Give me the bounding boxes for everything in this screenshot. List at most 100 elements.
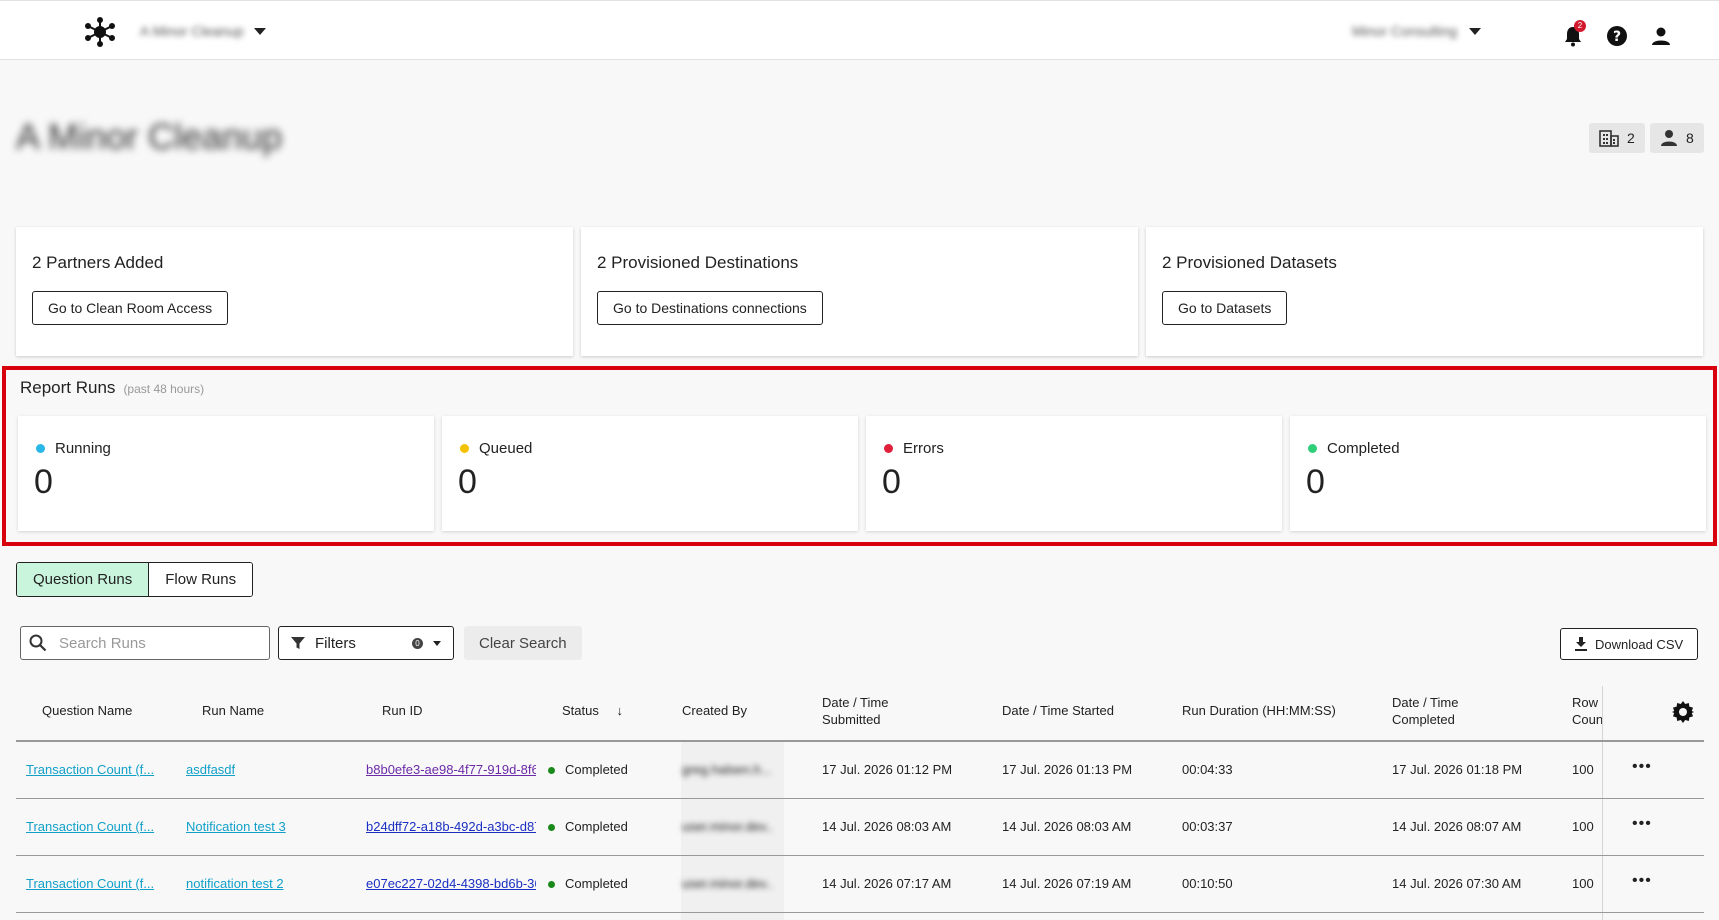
download-csv-button[interactable]: Download CSV — [1560, 628, 1699, 660]
tab-question-runs[interactable]: Question Runs — [17, 563, 150, 596]
question-name-link[interactable]: Transaction Count (f... — [26, 876, 154, 891]
row-menu-icon[interactable]: ••• — [1632, 872, 1652, 890]
status-text: Completed — [565, 819, 628, 834]
top-bar: A Minor Cleanup Minor Consulting 2 ? — [0, 0, 1719, 60]
download-csv-label: Download CSV — [1595, 636, 1684, 652]
notifications-button[interactable]: 2 — [1560, 20, 1586, 49]
header-question-name[interactable]: Question Name — [42, 702, 132, 719]
status-completed-dot-icon — [548, 881, 555, 889]
header-completed-line2: Completed — [1392, 712, 1455, 727]
run-duration: 00:10:50 — [1182, 876, 1233, 891]
stat-value: 0 — [882, 463, 901, 501]
completed-dot-icon — [1308, 444, 1317, 453]
report-runs-section: Report Runs (past 48 hours) Running 0 Que… — [2, 366, 1717, 546]
stat-running[interactable]: Running 0 — [18, 416, 434, 531]
run-name-link[interactable]: Notification test 3 — [186, 819, 286, 834]
clear-search-button[interactable]: Clear Search — [464, 626, 582, 660]
submitted-time: 14 Jul. 2026 08:03 AM — [822, 819, 952, 834]
table-row[interactable]: Transaction Count (f... asdfasdf b8b0efe… — [16, 742, 1704, 799]
stat-value: 0 — [34, 463, 53, 501]
created-by: greg.halsen.h... — [682, 762, 772, 777]
download-icon — [1575, 637, 1587, 651]
stat-errors[interactable]: Errors 0 — [866, 416, 1282, 531]
gear-icon[interactable] — [1671, 700, 1695, 724]
card-title: 2 Partners Added — [32, 253, 164, 272]
workspace-name: A Minor Cleanup — [140, 23, 244, 39]
header-status[interactable]: Status ↓ — [562, 702, 623, 719]
completed-time: 14 Jul. 2026 07:30 AM — [1392, 876, 1522, 891]
completed-time: 14 Jul. 2026 08:07 AM — [1392, 819, 1522, 834]
row-count: 100 — [1572, 819, 1594, 834]
started-time: 17 Jul. 2026 01:13 PM — [1002, 762, 1133, 777]
header-submitted-line2: Submitted — [822, 712, 881, 727]
org-name: Minor Consulting — [1352, 23, 1458, 39]
search-icon — [29, 634, 47, 652]
help-button[interactable]: ? — [1604, 23, 1630, 49]
row-count: 100 — [1572, 876, 1594, 891]
org-switcher[interactable]: Minor Consulting — [1352, 23, 1482, 39]
user-icon — [1652, 27, 1670, 45]
stat-queued[interactable]: Queued 0 — [442, 416, 858, 531]
question-name-link[interactable]: Transaction Count (f... — [26, 819, 154, 834]
run-name-link[interactable]: notification test 2 — [186, 876, 284, 891]
filter-icon — [291, 637, 305, 649]
card-title: 2 Provisioned Destinations — [597, 253, 799, 272]
app-logo-icon[interactable] — [84, 17, 116, 47]
sort-down-icon[interactable]: ↓ — [616, 703, 623, 718]
table-row[interactable]: Transaction Count (f... notification tes… — [16, 856, 1704, 913]
row-menu-icon[interactable]: ••• — [1632, 815, 1652, 833]
report-runs-heading: Report Runs — [20, 378, 116, 397]
orgs-count: 2 — [1627, 130, 1635, 146]
header-started[interactable]: Date / Time Started — [1002, 702, 1114, 719]
clean-room-access-button[interactable]: Go to Clean Room Access — [32, 291, 229, 325]
run-duration: 00:03:37 — [1182, 819, 1233, 834]
workspace-switcher[interactable]: A Minor Cleanup — [140, 23, 266, 39]
header-submitted-line1: Date / Time — [822, 695, 889, 710]
header-completed[interactable]: Date / Time Completed — [1392, 694, 1458, 728]
queued-dot-icon — [460, 444, 469, 453]
destinations-connections-button[interactable]: Go to Destinations connections — [597, 291, 823, 325]
runs-table: Question Name Run Name Run ID Status ↓ C… — [16, 686, 1704, 920]
users-count-chip[interactable]: 8 — [1650, 123, 1704, 153]
header-row-count[interactable]: Row Coun — [1572, 694, 1602, 728]
run-id-link[interactable]: b24dff72-a18b-492d-a3bc-d87 — [366, 819, 536, 834]
row-menu-icon[interactable]: ••• — [1632, 758, 1652, 776]
chevron-down-icon — [433, 640, 441, 646]
report-runs-title: Report Runs (past 48 hours) — [20, 378, 204, 398]
filters-dropdown[interactable]: Filters 0 — [278, 626, 454, 660]
table-row[interactable]: Transaction Count (f... Notification tes… — [16, 799, 1704, 856]
status-text: Completed — [565, 762, 628, 777]
user-icon — [1661, 130, 1677, 146]
table-header: Question Name Run Name Run ID Status ↓ C… — [16, 686, 1704, 742]
stat-label: Queued — [479, 440, 533, 457]
stat-value: 0 — [458, 463, 477, 501]
status-completed-dot-icon — [548, 824, 555, 832]
run-id-link[interactable]: b8b0efe3-ae98-4f77-919d-8f6e — [366, 762, 536, 777]
stat-label: Completed — [1327, 440, 1400, 457]
stat-completed[interactable]: Completed 0 — [1290, 416, 1706, 531]
account-button[interactable] — [1648, 23, 1674, 49]
header-run-name[interactable]: Run Name — [202, 702, 264, 719]
header-run-id[interactable]: Run ID — [382, 702, 422, 719]
question-name-link[interactable]: Transaction Count (f... — [26, 762, 154, 777]
chevron-down-icon — [1469, 27, 1482, 35]
search-input[interactable] — [57, 633, 261, 653]
header-submitted[interactable]: Date / Time Submitted — [822, 694, 888, 728]
created-by: user.minor.dev... — [682, 876, 772, 891]
header-status-label: Status — [562, 703, 599, 718]
datasets-button[interactable]: Go to Datasets — [1162, 291, 1288, 325]
run-name-link[interactable]: asdfasdf — [186, 762, 235, 777]
partners-card: 2 Partners Added Go to Clean Room Access — [16, 227, 573, 356]
run-id-link[interactable]: e07ec227-02d4-4398-bd6b-36f — [366, 876, 536, 891]
completed-time: 17 Jul. 2026 01:18 PM — [1392, 762, 1523, 777]
orgs-count-chip[interactable]: 2 — [1589, 123, 1645, 153]
notification-badge: 2 — [1574, 20, 1586, 32]
header-duration[interactable]: Run Duration (HH:MM:SS) — [1182, 702, 1336, 719]
started-time: 14 Jul. 2026 07:19 AM — [1002, 876, 1132, 891]
users-count: 8 — [1686, 130, 1694, 146]
header-created-by[interactable]: Created By — [682, 702, 747, 719]
search-box — [20, 626, 270, 660]
tab-flow-runs[interactable]: Flow Runs — [149, 563, 253, 596]
submitted-time: 17 Jul. 2026 01:12 PM — [822, 762, 953, 777]
building-icon — [1599, 130, 1619, 147]
